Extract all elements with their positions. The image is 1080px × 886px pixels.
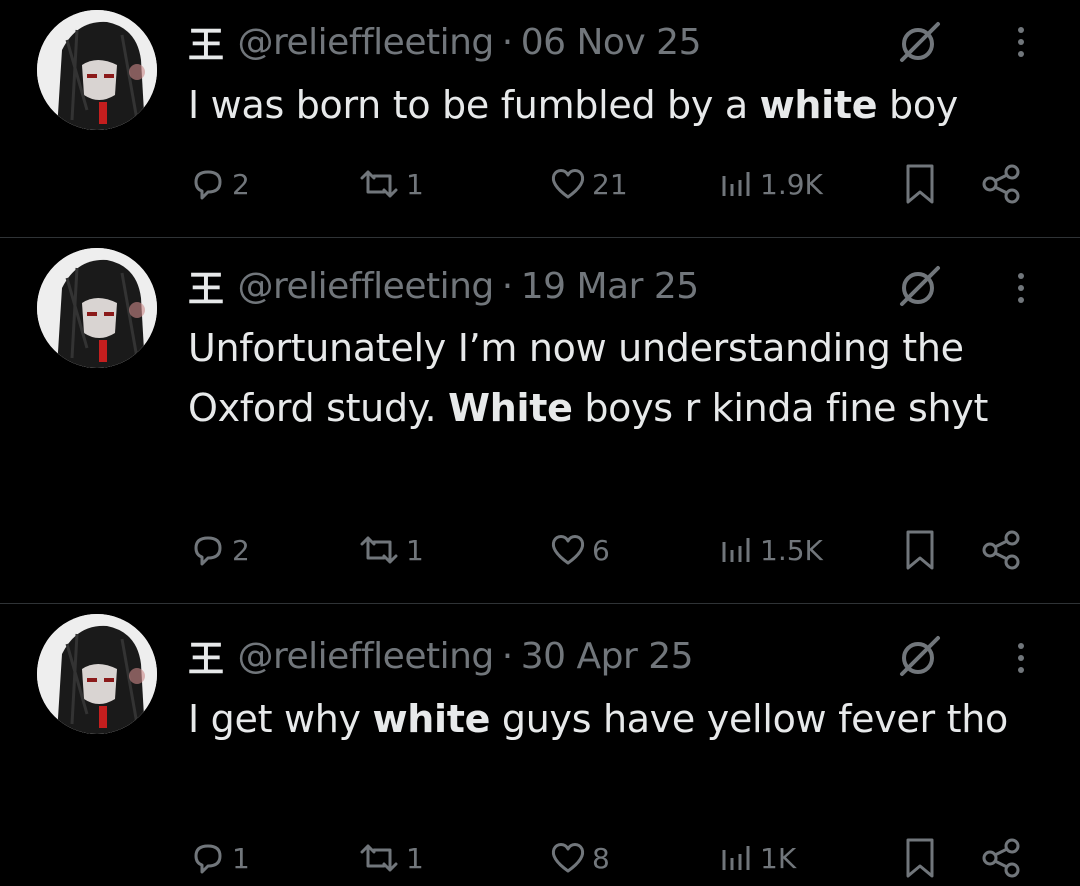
view-count: 1.9K	[760, 167, 823, 201]
timestamp[interactable]: 19 Mar 25	[521, 266, 699, 307]
tweet-text: I get why white guys have yellow fever t…	[188, 689, 1048, 749]
reply-icon	[194, 170, 222, 200]
share-button[interactable]	[980, 525, 1024, 575]
share-icon	[982, 164, 1020, 204]
like-count: 8	[592, 841, 610, 875]
grok-icon[interactable]	[898, 20, 942, 64]
tweet-header: 王 @relieffleeting · 30 Apr 25	[188, 630, 694, 682]
bookmark-icon	[906, 164, 934, 204]
repost-icon	[360, 170, 398, 198]
views-icon	[722, 846, 750, 870]
views-button[interactable]: 1.9K	[716, 159, 823, 209]
timeline: 王 @relieffleeting · 06 Nov 25 I was born…	[0, 0, 1080, 886]
share-button[interactable]	[980, 159, 1024, 209]
views-icon	[722, 172, 750, 196]
grok-icon[interactable]	[898, 264, 942, 308]
repost-button[interactable]: 1	[356, 525, 424, 575]
more-icon[interactable]	[1004, 634, 1038, 682]
bookmark-button[interactable]	[900, 525, 940, 575]
view-count: 1K	[760, 841, 797, 875]
tweet-header: 王 @relieffleeting · 19 Mar 25	[188, 260, 699, 312]
reply-icon	[194, 844, 222, 874]
separator: ·	[501, 635, 513, 677]
text-span: boys r kinda fine shyt	[572, 386, 989, 430]
repost-icon	[360, 536, 398, 564]
action-bar: 1 1 8 1K	[0, 833, 1080, 883]
more-icon[interactable]	[1004, 18, 1038, 66]
share-icon	[982, 530, 1020, 570]
like-count: 6	[592, 533, 610, 567]
tweet[interactable]: 王 @relieffleeting · 30 Apr 25 I get why …	[0, 604, 1080, 886]
display-name[interactable]: 王	[188, 16, 224, 68]
like-button[interactable]: 6	[548, 525, 610, 575]
like-button[interactable]: 8	[548, 833, 610, 883]
heart-icon	[551, 535, 585, 565]
like-button[interactable]: 21	[548, 159, 628, 209]
views-button[interactable]: 1K	[716, 833, 796, 883]
bookmark-icon	[906, 530, 934, 570]
reply-count: 1	[232, 841, 250, 875]
text-span: boy	[877, 83, 958, 127]
repost-button[interactable]: 1	[356, 833, 424, 883]
username[interactable]: @relieffleeting	[238, 266, 495, 307]
display-name[interactable]: 王	[188, 260, 224, 312]
heart-icon	[551, 843, 585, 873]
tweet[interactable]: 王 @relieffleeting · 06 Nov 25 I was born…	[0, 0, 1080, 238]
text-span: guys have yellow fever tho	[490, 697, 1008, 741]
tweet-text: Unfortunately I’m now understanding the …	[188, 318, 1048, 438]
like-count: 21	[592, 167, 628, 201]
text-span: I was born to be fumbled by a	[188, 83, 760, 127]
reply-button[interactable]: 1	[188, 833, 250, 883]
separator: ·	[501, 21, 513, 63]
reply-icon	[194, 536, 222, 566]
repost-count: 1	[406, 167, 424, 201]
display-name[interactable]: 王	[188, 630, 224, 682]
timestamp[interactable]: 06 Nov 25	[521, 22, 702, 63]
timestamp[interactable]: 30 Apr 25	[521, 636, 694, 677]
views-icon	[722, 538, 750, 562]
text-span: I get why	[188, 697, 373, 741]
action-bar: 2 1 6 1.5K	[0, 525, 1080, 575]
views-button[interactable]: 1.5K	[716, 525, 823, 575]
grok-icon[interactable]	[898, 634, 942, 678]
text-bold: white	[759, 83, 878, 127]
repost-count: 1	[406, 841, 424, 875]
share-icon	[982, 838, 1020, 878]
repost-count: 1	[406, 533, 424, 567]
separator: ·	[501, 265, 513, 307]
repost-icon	[360, 844, 398, 872]
tweet-text: I was born to be fumbled by a white boy	[188, 75, 1048, 135]
reply-count: 2	[232, 167, 250, 201]
tweet[interactable]: 王 @relieffleeting · 19 Mar 25 Unfortunat…	[0, 238, 1080, 604]
bookmark-icon	[906, 838, 934, 878]
text-bold: white	[372, 697, 491, 741]
reply-button[interactable]: 2	[188, 159, 250, 209]
view-count: 1.5K	[760, 533, 823, 567]
avatar[interactable]	[37, 614, 157, 734]
more-icon[interactable]	[1004, 264, 1038, 312]
text-bold: White	[448, 386, 573, 430]
reply-button[interactable]: 2	[188, 525, 250, 575]
username[interactable]: @relieffleeting	[238, 22, 495, 63]
reply-count: 2	[232, 533, 250, 567]
repost-button[interactable]: 1	[356, 159, 424, 209]
avatar[interactable]	[37, 248, 157, 368]
bookmark-button[interactable]	[900, 833, 940, 883]
share-button[interactable]	[980, 833, 1024, 883]
username[interactable]: @relieffleeting	[238, 636, 495, 677]
tweet-header: 王 @relieffleeting · 06 Nov 25	[188, 16, 702, 68]
heart-icon	[551, 169, 585, 199]
action-bar: 2 1 21 1.9K	[0, 159, 1080, 209]
bookmark-button[interactable]	[900, 159, 940, 209]
avatar[interactable]	[37, 10, 157, 130]
